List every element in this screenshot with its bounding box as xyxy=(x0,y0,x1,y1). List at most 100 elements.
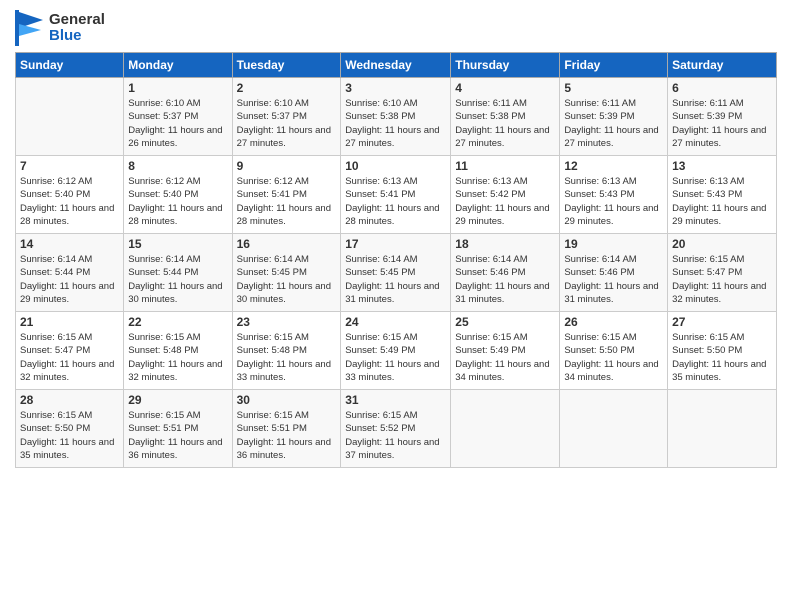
day-number: 7 xyxy=(20,159,119,173)
day-of-week-header: Friday xyxy=(560,53,668,78)
logo: General Blue xyxy=(15,10,105,46)
day-number: 5 xyxy=(564,81,663,95)
calendar-cell: 2 Sunrise: 6:10 AMSunset: 5:37 PMDaylight… xyxy=(232,78,341,156)
calendar-cell: 1 Sunrise: 6:10 AMSunset: 5:37 PMDaylight… xyxy=(124,78,232,156)
day-number: 4 xyxy=(455,81,555,95)
calendar-cell xyxy=(16,78,124,156)
day-info: Sunrise: 6:13 AMSunset: 5:43 PMDaylight:… xyxy=(564,175,663,228)
calendar-cell: 4 Sunrise: 6:11 AMSunset: 5:38 PMDaylight… xyxy=(451,78,560,156)
day-number: 27 xyxy=(672,315,772,329)
day-info: Sunrise: 6:11 AMSunset: 5:38 PMDaylight:… xyxy=(455,97,555,150)
day-info: Sunrise: 6:15 AMSunset: 5:51 PMDaylight:… xyxy=(237,409,337,462)
day-number: 3 xyxy=(345,81,446,95)
day-info: Sunrise: 6:10 AMSunset: 5:37 PMDaylight:… xyxy=(237,97,337,150)
day-of-week-header: Thursday xyxy=(451,53,560,78)
day-info: Sunrise: 6:15 AMSunset: 5:50 PMDaylight:… xyxy=(672,331,772,384)
calendar-cell: 7 Sunrise: 6:12 AMSunset: 5:40 PMDaylight… xyxy=(16,156,124,234)
day-number: 21 xyxy=(20,315,119,329)
day-info: Sunrise: 6:14 AMSunset: 5:44 PMDaylight:… xyxy=(20,253,119,306)
calendar-cell xyxy=(668,390,777,468)
day-info: Sunrise: 6:15 AMSunset: 5:49 PMDaylight:… xyxy=(455,331,555,384)
calendar-table: SundayMondayTuesdayWednesdayThursdayFrid… xyxy=(15,52,777,468)
day-number: 23 xyxy=(237,315,337,329)
day-number: 22 xyxy=(128,315,227,329)
day-of-week-header: Wednesday xyxy=(341,53,451,78)
day-number: 15 xyxy=(128,237,227,251)
calendar-cell: 18 Sunrise: 6:14 AMSunset: 5:46 PMDayligh… xyxy=(451,234,560,312)
day-number: 19 xyxy=(564,237,663,251)
calendar-cell: 12 Sunrise: 6:13 AMSunset: 5:43 PMDayligh… xyxy=(560,156,668,234)
calendar-cell: 29Sunrise: 6:15 AMSunset: 5:51 PMDayligh… xyxy=(124,390,232,468)
day-of-week-header: Monday xyxy=(124,53,232,78)
day-info: Sunrise: 6:15 AMSunset: 5:48 PMDaylight:… xyxy=(128,331,227,384)
day-info: Sunrise: 6:13 AMSunset: 5:42 PMDaylight:… xyxy=(455,175,555,228)
day-of-week-header: Saturday xyxy=(668,53,777,78)
calendar-cell: 15 Sunrise: 6:14 AMSunset: 5:44 PMDayligh… xyxy=(124,234,232,312)
day-info: Sunrise: 6:10 AMSunset: 5:37 PMDaylight:… xyxy=(128,97,227,150)
logo-container: General Blue xyxy=(15,10,105,46)
calendar-week-row: 21 Sunrise: 6:15 AMSunset: 5:47 PMDayligh… xyxy=(16,312,777,390)
day-info: Sunrise: 6:14 AMSunset: 5:44 PMDaylight:… xyxy=(128,253,227,306)
calendar-cell xyxy=(451,390,560,468)
calendar-week-row: 1 Sunrise: 6:10 AMSunset: 5:37 PMDaylight… xyxy=(16,78,777,156)
day-number: 30 xyxy=(237,393,337,407)
day-info: Sunrise: 6:14 AMSunset: 5:45 PMDaylight:… xyxy=(237,253,337,306)
day-info: Sunrise: 6:11 AMSunset: 5:39 PMDaylight:… xyxy=(672,97,772,150)
day-info: Sunrise: 6:12 AMSunset: 5:41 PMDaylight:… xyxy=(237,175,337,228)
day-number: 6 xyxy=(672,81,772,95)
day-number: 13 xyxy=(672,159,772,173)
day-number: 11 xyxy=(455,159,555,173)
calendar-cell: 30 Sunrise: 6:15 AMSunset: 5:51 PMDayligh… xyxy=(232,390,341,468)
calendar-cell xyxy=(560,390,668,468)
day-info: Sunrise: 6:12 AMSunset: 5:40 PMDaylight:… xyxy=(128,175,227,228)
calendar-cell: 28 Sunrise: 6:15 AMSunset: 5:50 PMDayligh… xyxy=(16,390,124,468)
day-info: Sunrise: 6:14 AMSunset: 5:45 PMDaylight:… xyxy=(345,253,446,306)
day-info: Sunrise: 6:14 AMSunset: 5:46 PMDaylight:… xyxy=(455,253,555,306)
logo-flag-icon xyxy=(15,10,47,46)
day-number: 2 xyxy=(237,81,337,95)
day-info: Sunrise: 6:15 AMSunset: 5:47 PMDaylight:… xyxy=(20,331,119,384)
day-number: 18 xyxy=(455,237,555,251)
day-number: 28 xyxy=(20,393,119,407)
logo-text: General Blue xyxy=(49,12,105,45)
day-number: 1 xyxy=(128,81,227,95)
calendar-cell: 11 Sunrise: 6:13 AMSunset: 5:42 PMDayligh… xyxy=(451,156,560,234)
day-number: 12 xyxy=(564,159,663,173)
day-info: Sunrise: 6:15 AMSunset: 5:48 PMDaylight:… xyxy=(237,331,337,384)
day-info: Sunrise: 6:13 AMSunset: 5:41 PMDaylight:… xyxy=(345,175,446,228)
calendar-cell: 6 Sunrise: 6:11 AMSunset: 5:39 PMDaylight… xyxy=(668,78,777,156)
page-header: General Blue xyxy=(15,10,777,46)
day-number: 25 xyxy=(455,315,555,329)
calendar-cell: 31Sunrise: 6:15 AMSunset: 5:52 PMDayligh… xyxy=(341,390,451,468)
day-info: Sunrise: 6:15 AMSunset: 5:50 PMDaylight:… xyxy=(20,409,119,462)
calendar-cell: 13 Sunrise: 6:13 AMSunset: 5:43 PMDayligh… xyxy=(668,156,777,234)
day-info: Sunrise: 6:13 AMSunset: 5:43 PMDaylight:… xyxy=(672,175,772,228)
day-info: Sunrise: 6:15 AMSunset: 5:49 PMDaylight:… xyxy=(345,331,446,384)
day-info: Sunrise: 6:15 AMSunset: 5:50 PMDaylight:… xyxy=(564,331,663,384)
calendar-cell: 27 Sunrise: 6:15 AMSunset: 5:50 PMDayligh… xyxy=(668,312,777,390)
logo-blue: Blue xyxy=(49,28,105,45)
calendar-cell: 10Sunrise: 6:13 AMSunset: 5:41 PMDayligh… xyxy=(341,156,451,234)
calendar-cell: 9Sunrise: 6:12 AMSunset: 5:41 PMDaylight… xyxy=(232,156,341,234)
day-of-week-header: Sunday xyxy=(16,53,124,78)
day-info: Sunrise: 6:15 AMSunset: 5:47 PMDaylight:… xyxy=(672,253,772,306)
calendar-cell: 26Sunrise: 6:15 AMSunset: 5:50 PMDayligh… xyxy=(560,312,668,390)
day-info: Sunrise: 6:12 AMSunset: 5:40 PMDaylight:… xyxy=(20,175,119,228)
day-number: 20 xyxy=(672,237,772,251)
day-number: 24 xyxy=(345,315,446,329)
day-number: 16 xyxy=(237,237,337,251)
calendar-cell: 8Sunrise: 6:12 AMSunset: 5:40 PMDaylight… xyxy=(124,156,232,234)
calendar-cell: 5 Sunrise: 6:11 AMSunset: 5:39 PMDaylight… xyxy=(560,78,668,156)
calendar-cell: 17Sunrise: 6:14 AMSunset: 5:45 PMDayligh… xyxy=(341,234,451,312)
day-info: Sunrise: 6:14 AMSunset: 5:46 PMDaylight:… xyxy=(564,253,663,306)
day-info: Sunrise: 6:11 AMSunset: 5:39 PMDaylight:… xyxy=(564,97,663,150)
calendar-cell: 3Sunrise: 6:10 AMSunset: 5:38 PMDaylight… xyxy=(341,78,451,156)
day-of-week-header: Tuesday xyxy=(232,53,341,78)
day-info: Sunrise: 6:15 AMSunset: 5:52 PMDaylight:… xyxy=(345,409,446,462)
calendar-cell: 23 Sunrise: 6:15 AMSunset: 5:48 PMDayligh… xyxy=(232,312,341,390)
calendar-cell: 16 Sunrise: 6:14 AMSunset: 5:45 PMDayligh… xyxy=(232,234,341,312)
calendar-cell: 22 Sunrise: 6:15 AMSunset: 5:48 PMDayligh… xyxy=(124,312,232,390)
calendar-week-row: 28 Sunrise: 6:15 AMSunset: 5:50 PMDayligh… xyxy=(16,390,777,468)
calendar-cell: 24 Sunrise: 6:15 AMSunset: 5:49 PMDayligh… xyxy=(341,312,451,390)
day-number: 14 xyxy=(20,237,119,251)
